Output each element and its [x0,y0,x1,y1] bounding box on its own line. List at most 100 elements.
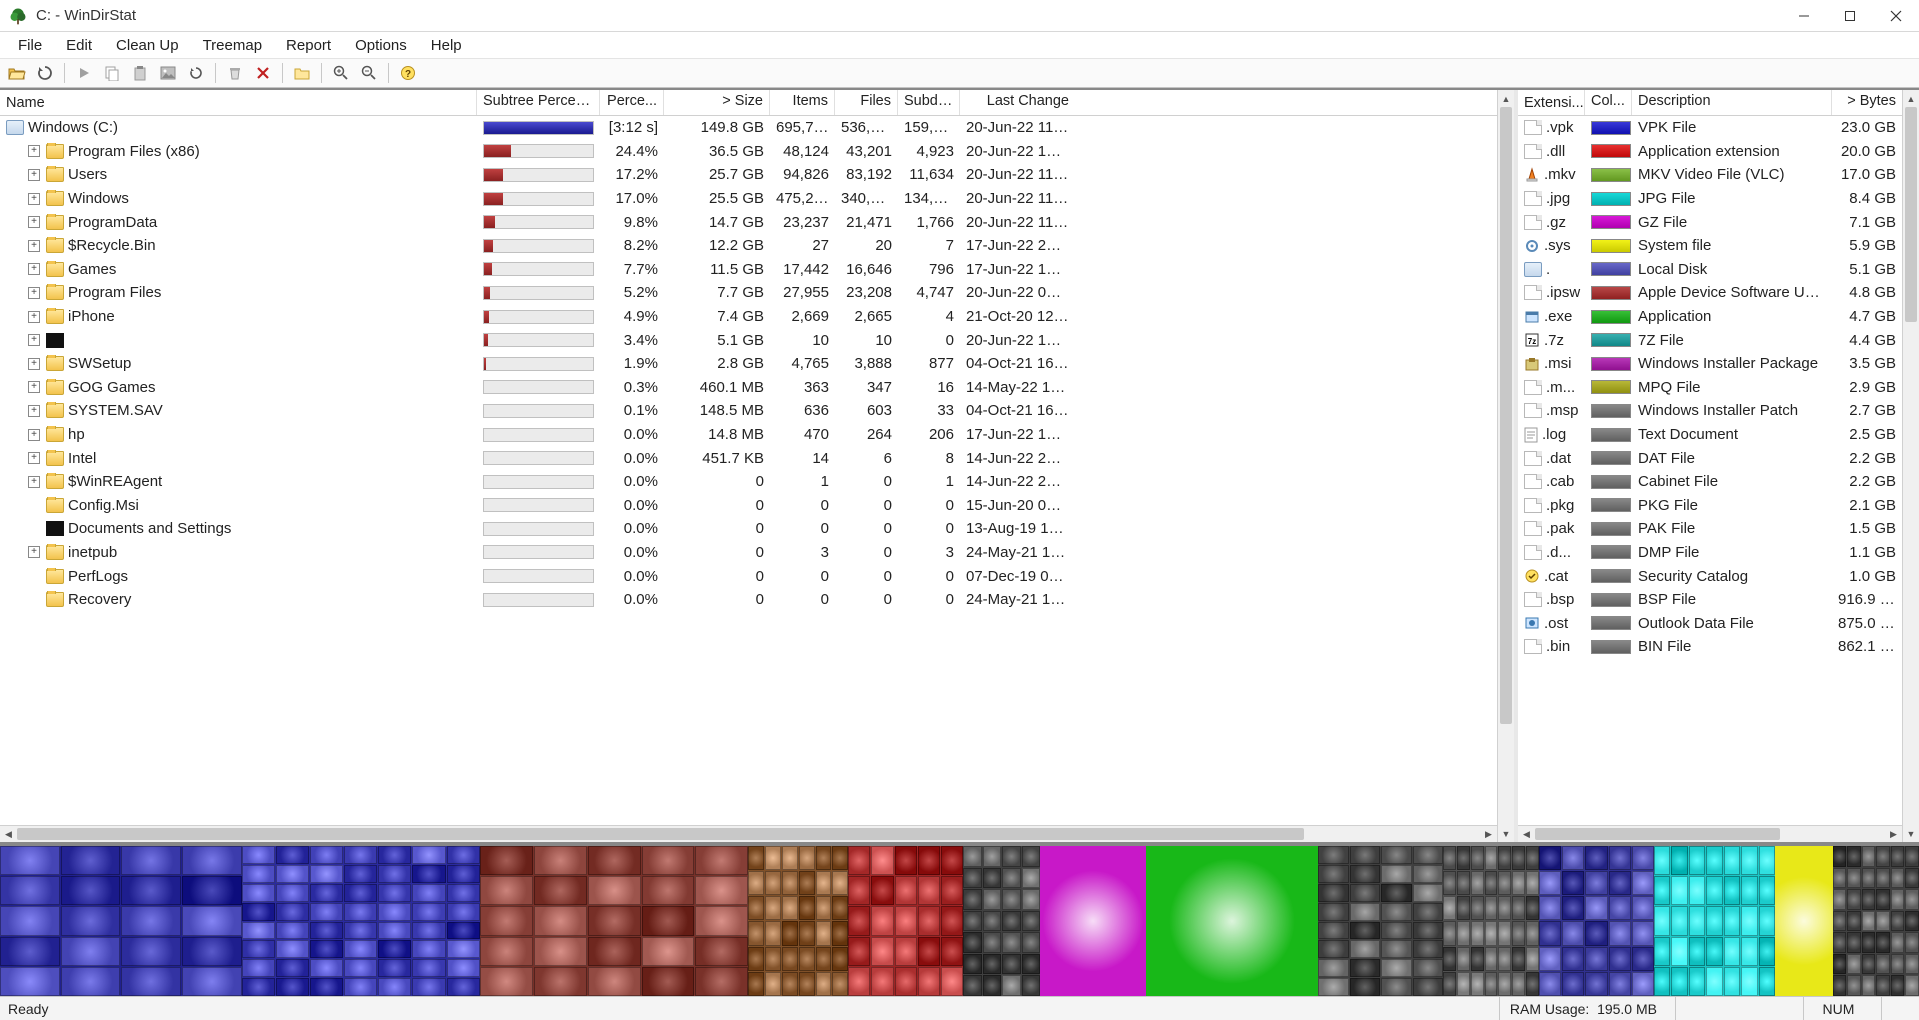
expand-toggle[interactable]: + [28,334,40,346]
toolbar-copy-button[interactable] [99,61,125,85]
menu-help[interactable]: Help [419,32,474,58]
directory-row[interactable]: Windows (C:)[3:12 s]149.8 GB695,767536,4… [0,116,1497,140]
scroll-right-icon[interactable]: ▶ [1480,826,1497,842]
extension-row[interactable]: .jpgJPG File8.4 GB [1518,187,1902,211]
scroll-left-icon[interactable]: ◀ [1518,826,1535,842]
expand-toggle[interactable]: + [28,405,40,417]
extension-row[interactable]: .mspWindows Installer Patch2.7 GB [1518,399,1902,423]
directory-list-hscrollbar[interactable]: ◀ ▶ [0,825,1497,842]
expand-toggle[interactable]: + [28,169,40,181]
extension-row[interactable]: .logText Document2.5 GB [1518,423,1902,447]
directory-row[interactable]: +$WinREAgent0.0%010114-Jun-22 23:18 [0,470,1497,494]
extension-row[interactable]: .m...MPQ File2.9 GB [1518,376,1902,400]
treemap-block[interactable] [480,846,749,996]
scroll-up-icon[interactable]: ▲ [1498,90,1514,107]
expand-toggle[interactable]: + [28,216,40,228]
directory-row[interactable]: +Program Files5.2%7.7 GB27,95523,2084,74… [0,281,1497,305]
directory-row[interactable]: +SYSTEM.SAV0.1%148.5 MB6366033304-Oct-21… [0,399,1497,423]
extension-row[interactable]: .d...DMP File1.1 GB [1518,541,1902,565]
toolbar-paste-button[interactable] [127,61,153,85]
directory-row[interactable]: +hp0.0%14.8 MB47026420617-Jun-22 17:32 [0,423,1497,447]
expand-toggle[interactable]: + [28,381,40,393]
extension-row[interactable]: .catSecurity Catalog1.0 GB [1518,564,1902,588]
expand-toggle[interactable]: + [28,358,40,370]
toolbar-refresh-button[interactable] [32,61,58,85]
expand-toggle[interactable]: + [28,476,40,488]
scroll-down-icon[interactable]: ▼ [1498,825,1514,842]
directory-list-body[interactable]: Windows (C:)[3:12 s]149.8 GB695,767536,4… [0,116,1497,825]
directory-list-vscrollbar[interactable]: ▲ ▼ [1497,90,1514,842]
directory-row[interactable]: +3.4%5.1 GB1010020-Jun-22 10:17 [0,328,1497,352]
extension-row[interactable]: .mkvMKV Video File (VLC)17.0 GB [1518,163,1902,187]
treemap-block[interactable] [1833,846,1919,996]
treemap-block[interactable] [1318,846,1443,996]
toolbar-folder-button[interactable] [289,61,315,85]
expand-toggle[interactable]: + [28,429,40,441]
extension-row[interactable]: .bspBSP File916.9 MB [1518,588,1902,612]
directory-row[interactable]: +Users17.2%25.7 GB94,82683,19211,63420-J… [0,163,1497,187]
expand-toggle[interactable]: + [28,145,40,157]
extension-row[interactable]: 7z.7z7Z File4.4 GB [1518,328,1902,352]
treemap-block[interactable] [242,846,480,996]
directory-row[interactable]: +Games7.7%11.5 GB17,44216,64679617-Jun-2… [0,258,1497,282]
treemap-block[interactable] [748,846,848,996]
treemap-block[interactable] [1040,846,1146,996]
toolbar-help-button[interactable]: ? [395,61,421,85]
directory-row[interactable]: PerfLogs0.0%000007-Dec-19 09:14 [0,564,1497,588]
menu-report[interactable]: Report [274,32,343,58]
extension-row[interactable]: .pakPAK File1.5 GB [1518,517,1902,541]
column-header[interactable]: Subtree Percent... [477,90,600,115]
treemap-block[interactable] [848,846,963,996]
menu-treemap[interactable]: Treemap [191,32,274,58]
column-header[interactable]: Name [0,90,477,115]
expand-toggle[interactable]: + [28,311,40,323]
menu-options[interactable]: Options [343,32,419,58]
extension-row[interactable]: .exeApplication4.7 GB [1518,305,1902,329]
column-header[interactable]: Col... [1585,90,1632,115]
scroll-left-icon[interactable]: ◀ [0,826,17,842]
expand-toggle[interactable]: + [28,240,40,252]
directory-row[interactable]: Config.Msi0.0%000015-Jun-20 06:47 [0,494,1497,518]
toolbar-reload-button[interactable] [183,61,209,85]
expand-toggle[interactable]: + [28,452,40,464]
extension-row[interactable]: .datDAT File2.2 GB [1518,446,1902,470]
column-header[interactable]: Description [1632,90,1832,115]
minimize-button[interactable] [1781,0,1827,32]
column-header[interactable]: Files [835,90,898,115]
extension-row[interactable]: .pkgPKG File2.1 GB [1518,494,1902,518]
directory-row[interactable]: +iPhone4.9%7.4 GB2,6692,665421-Oct-20 12… [0,305,1497,329]
extension-row[interactable]: .vpkVPK File23.0 GB [1518,116,1902,140]
toolbar-trash-button[interactable] [222,61,248,85]
directory-row[interactable]: Recovery0.0%000024-May-21 13:33 [0,588,1497,612]
toolbar-zoom-out-button[interactable] [356,61,382,85]
treemap-block[interactable] [1775,846,1833,996]
scroll-right-icon[interactable]: ▶ [1885,826,1902,842]
column-header[interactable]: Perce... [600,90,664,115]
directory-row[interactable]: +Intel0.0%451.7 KB146814-Jun-22 23:57 [0,446,1497,470]
directory-row[interactable]: +ProgramData9.8%14.7 GB23,23721,4711,766… [0,210,1497,234]
expand-toggle[interactable]: + [28,263,40,275]
extension-row[interactable]: .ostOutlook Data File875.0 MB [1518,611,1902,635]
directory-row[interactable]: +$Recycle.Bin8.2%12.2 GB2720717-Jun-22 2… [0,234,1497,258]
directory-row[interactable]: Documents and Settings0.0%000013-Aug-19 … [0,517,1497,541]
treemap-block[interactable] [963,846,1040,996]
directory-row[interactable]: +SWSetup1.9%2.8 GB4,7653,88887704-Oct-21… [0,352,1497,376]
treemap-block[interactable] [0,846,242,996]
menu-clean-up[interactable]: Clean Up [104,32,191,58]
extension-row[interactable]: .dllApplication extension20.0 GB [1518,140,1902,164]
treemap-block[interactable] [1654,846,1775,996]
toolbar-image-button[interactable] [155,61,181,85]
column-header[interactable]: Items [770,90,835,115]
directory-row[interactable]: +Program Files (x86)24.4%36.5 GB48,12443… [0,140,1497,164]
extension-row[interactable]: .sysSystem file5.9 GB [1518,234,1902,258]
column-header[interactable]: Last Change [960,90,1075,115]
column-header[interactable]: Extensi... [1518,90,1585,115]
column-header[interactable]: Subdirs [898,90,960,115]
extension-row[interactable]: .binBIN File862.1 MB [1518,635,1902,659]
extension-row[interactable]: .ipswApple Device Software Upda...4.8 GB [1518,281,1902,305]
extension-row[interactable]: .gzGZ File7.1 GB [1518,210,1902,234]
treemap-block[interactable] [1443,846,1539,996]
toolbar-delete-button[interactable] [250,61,276,85]
directory-row[interactable]: +Windows17.0%25.5 GB475,204340,949134,25… [0,187,1497,211]
menu-file[interactable]: File [6,32,54,58]
